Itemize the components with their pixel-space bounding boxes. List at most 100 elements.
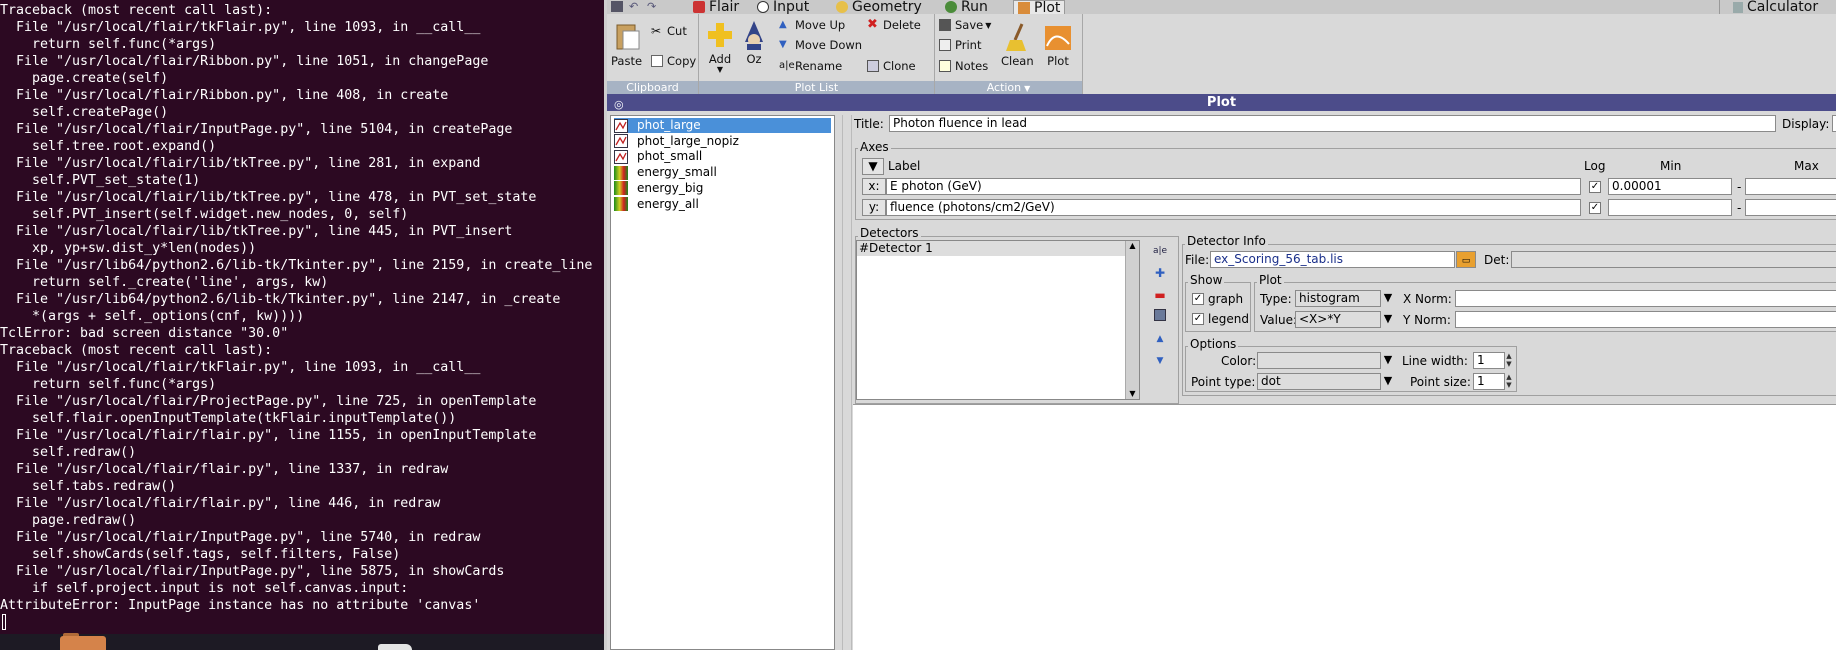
pointsize-input[interactable]: 1 (1473, 373, 1505, 390)
heatmap-icon (614, 197, 628, 211)
plot-list[interactable]: phot_large phot_large_nopiz phot_small ener… (610, 115, 835, 650)
cut-button[interactable]: ✂ Cut (651, 24, 687, 38)
broom-icon (1002, 22, 1032, 52)
legend-checkbox[interactable]: ✓ (1192, 313, 1204, 325)
plot-list-item[interactable]: energy_small (614, 165, 831, 180)
clone-icon (867, 60, 879, 72)
remove-detector-button[interactable]: ▬ (1151, 286, 1169, 304)
paste-button[interactable]: Paste (611, 22, 642, 68)
type-dropdown-icon[interactable]: ▼ (1381, 290, 1395, 307)
copy-button[interactable]: Copy (651, 54, 696, 68)
clone-button[interactable]: Clone (867, 59, 916, 73)
y-log-checkbox[interactable]: ✓ (1589, 202, 1601, 214)
y-max-input[interactable] (1745, 199, 1836, 216)
move-down-button[interactable]: ▼ Move Down (779, 38, 862, 52)
tab-calculator[interactable]: Calculator (1733, 0, 1818, 14)
printer-icon (939, 39, 951, 51)
title-label: Title: (854, 117, 884, 131)
plot-frame-label: Plot (1257, 273, 1284, 287)
add-icon (705, 20, 735, 50)
tab-input[interactable]: Input (757, 0, 809, 14)
line-plot-icon (614, 118, 628, 133)
display-input[interactable] (1832, 115, 1836, 132)
graph-checkbox[interactable]: ✓ (1192, 293, 1204, 305)
clone-detector-button[interactable] (1151, 308, 1169, 326)
tab-run[interactable]: Run (945, 0, 988, 14)
paste-icon (612, 22, 642, 52)
folder-open-icon: ▭ (1461, 256, 1471, 266)
tab-flair[interactable]: Flair (693, 0, 739, 14)
axes-toggle-button[interactable]: ▼ (862, 158, 884, 175)
delete-button[interactable]: ✖ Delete (867, 18, 921, 32)
detector-item[interactable]: #Detector 1 (857, 241, 1139, 256)
plot-list-item[interactable]: phot_large_nopiz (614, 134, 831, 149)
folder-open-button[interactable]: ▭ (1456, 251, 1476, 268)
x-label-input[interactable]: E photon (GeV) (886, 178, 1581, 195)
pointtype-label: Point type: (1191, 375, 1256, 389)
notes-button[interactable]: Notes (939, 59, 988, 73)
save-plot-button[interactable]: Save ▼ (939, 18, 991, 32)
linewidth-label: Line width: (1402, 354, 1468, 368)
add-button[interactable]: Add ▼ (705, 20, 735, 74)
rename-button[interactable]: a|e Rename (779, 59, 842, 73)
color-dropdown-icon[interactable]: ▼ (1381, 352, 1395, 369)
graph-label: graph (1208, 292, 1244, 306)
clipboard-group: Paste ✂ Cut Copy Clipboard (607, 14, 699, 94)
pointtype-combo[interactable]: dot (1257, 373, 1381, 390)
line-plot-icon (614, 134, 628, 149)
plot-list-item[interactable]: phot_large (614, 118, 831, 133)
plot-canvas-area (853, 404, 1836, 650)
type-combo[interactable]: histogram (1295, 290, 1381, 307)
y-axis-button[interactable]: y: (862, 199, 886, 216)
log-header: Log (1584, 159, 1606, 173)
file-input[interactable]: ex_Scoring_56_tab.lis (1210, 251, 1455, 268)
linewidth-input[interactable]: 1 (1473, 352, 1505, 369)
print-button[interactable]: Print (939, 38, 981, 52)
ynorm-input[interactable] (1455, 311, 1836, 328)
y-min-input[interactable] (1608, 199, 1732, 216)
save-icon[interactable] (611, 1, 623, 12)
tab-plot[interactable]: Plot (1013, 0, 1066, 15)
collapse-icon[interactable]: ◎ (614, 96, 624, 113)
delete-icon: ✖ (867, 17, 878, 32)
plot-list-item[interactable]: energy_big (614, 181, 831, 196)
plot-chart-icon (1043, 22, 1073, 52)
redo-icon[interactable]: ↷ (647, 0, 656, 13)
move-detector-up-button[interactable]: ▲ (1151, 330, 1169, 348)
wizard-icon (739, 20, 769, 50)
x-min-input[interactable]: 0.00001 (1608, 178, 1732, 195)
action-label[interactable]: Action ▼ (935, 81, 1082, 94)
color-combo[interactable] (1257, 352, 1381, 369)
x-max-input[interactable] (1745, 178, 1836, 195)
folder-icon[interactable] (60, 636, 106, 650)
detector-scrollbar[interactable]: ▲ ▼ (1125, 241, 1139, 399)
move-detector-down-button[interactable]: ▼ (1151, 352, 1169, 370)
tab-geometry[interactable]: Geometry (836, 0, 922, 14)
undo-icon[interactable]: ↶ (629, 0, 638, 13)
title-input[interactable]: Photon fluence in lead (889, 115, 1776, 132)
plot-list-item[interactable]: phot_small (614, 149, 831, 164)
clean-button[interactable]: Clean (1001, 22, 1034, 68)
document-icon[interactable] (378, 644, 412, 650)
xnorm-label: X Norm: (1403, 292, 1452, 306)
type-label: Type: (1260, 292, 1292, 306)
add-detector-button[interactable]: ✚ (1151, 264, 1169, 282)
detector-list[interactable]: #Detector 1 ▲ ▼ (856, 240, 1140, 400)
value-dropdown-icon[interactable]: ▼ (1381, 311, 1395, 328)
linewidth-spinner[interactable]: ▲ ▼ (1504, 352, 1514, 369)
x-axis-button[interactable]: x: (862, 178, 886, 195)
pointtype-dropdown-icon[interactable]: ▼ (1381, 373, 1395, 390)
plot-button[interactable]: Plot (1043, 22, 1073, 68)
rename-detector-button[interactable]: a|e (1151, 242, 1169, 260)
rename-icon: a|e (779, 60, 795, 71)
det-combo[interactable] (1511, 251, 1836, 268)
oz-button[interactable]: Oz (739, 20, 769, 66)
plot-list-item[interactable]: energy_all (614, 197, 831, 212)
y-label-input[interactable]: fluence (photons/cm2/GeV) (886, 199, 1581, 216)
pointsize-spinner[interactable]: ▲ ▼ (1504, 373, 1514, 390)
value-combo[interactable]: <X>*Y (1295, 311, 1381, 328)
terminal-window[interactable]: Traceback (most recent call last): File … (0, 0, 604, 650)
xnorm-input[interactable] (1455, 290, 1836, 307)
x-log-checkbox[interactable]: ✓ (1589, 181, 1601, 193)
move-up-button[interactable]: ▲ Move Up (779, 18, 845, 32)
